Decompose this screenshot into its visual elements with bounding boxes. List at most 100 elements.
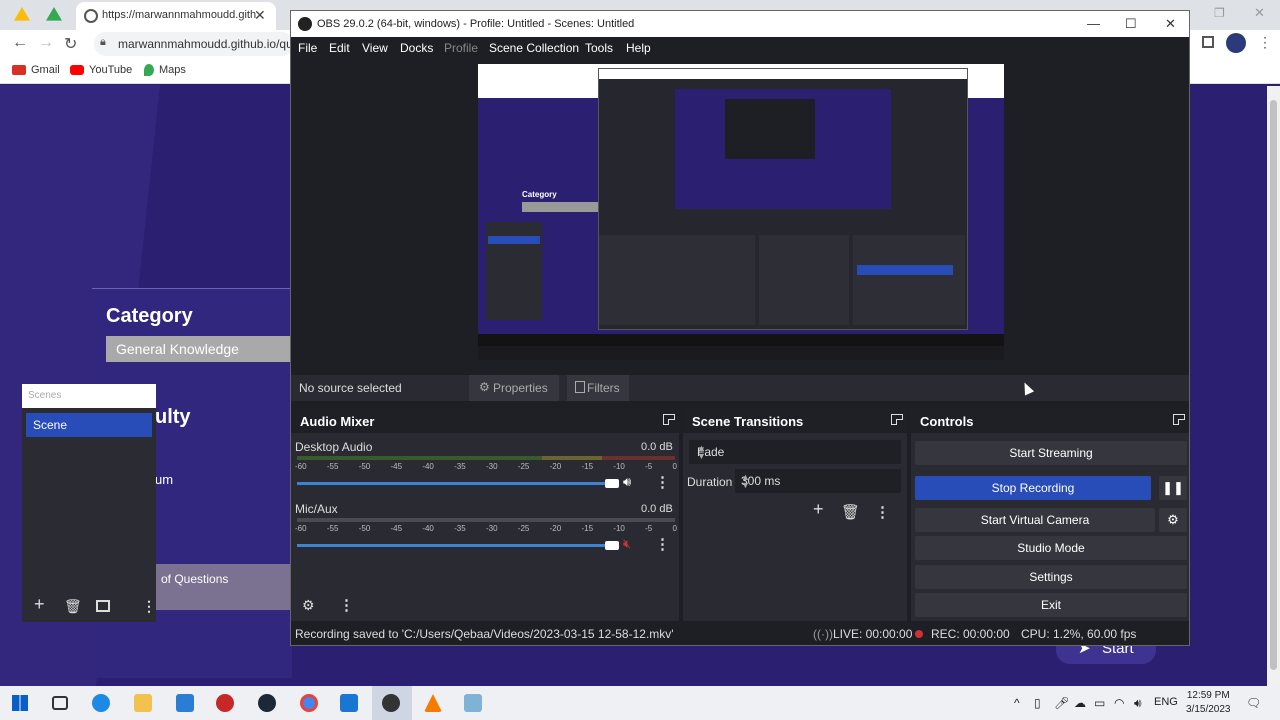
kebab-menu-icon[interactable]: ⋮	[875, 503, 890, 521]
channel-name: Desktop Audio	[295, 440, 373, 454]
side-panel-icon[interactable]	[1202, 36, 1214, 48]
menu-scene-collection[interactable]: Scene Collection	[489, 41, 579, 55]
volume-slider[interactable]	[297, 479, 619, 488]
obs-window: OBS 29.0.2 (64-bit, windows) - Profile: …	[290, 10, 1190, 646]
virtual-camera-settings-button[interactable]: ⚙	[1159, 508, 1187, 532]
microphone-icon[interactable]: 🎤︎	[1054, 696, 1069, 710]
volume-icon[interactable]: 🔊︎	[1134, 696, 1142, 711]
filters-button[interactable]: Filters	[567, 375, 629, 401]
scenes-dock-header[interactable]: Scenes	[22, 384, 156, 408]
menu-help[interactable]: Help	[626, 41, 651, 55]
difficulty-option[interactable]: um	[155, 472, 173, 487]
vlc-icon[interactable]	[424, 694, 442, 712]
filters-label: Filters	[587, 381, 620, 395]
settings-button[interactable]: Settings	[915, 565, 1187, 589]
duration-input[interactable]: 300 ms ▲ ▼	[735, 469, 901, 493]
trash-icon[interactable]: 🗑︎	[64, 598, 82, 615]
close-window-icon[interactable]: ✕	[1254, 5, 1265, 21]
page-scrollbar[interactable]	[1267, 86, 1280, 686]
obs-icon[interactable]	[382, 694, 400, 712]
preview-canvas[interactable]: Category	[478, 64, 1004, 360]
start-virtual-camera-button[interactable]: Start Virtual Camera	[915, 508, 1155, 532]
kebab-menu-icon[interactable]: ⋮	[142, 598, 156, 615]
maximize-icon[interactable]: ❐	[1214, 6, 1225, 20]
back-icon[interactable]: ←	[12, 34, 28, 52]
preview-category-text: Category	[522, 190, 557, 199]
kebab-menu-icon[interactable]: ⋮	[655, 473, 670, 491]
trash-icon[interactable]: 🗑︎	[841, 503, 860, 521]
bookmark-maps[interactable]: Maps	[144, 64, 186, 76]
studio-mode-button[interactable]: Studio Mode	[915, 536, 1187, 560]
app-icon[interactable]	[216, 694, 234, 712]
reload-icon[interactable]: ↻	[64, 34, 77, 54]
forward-icon[interactable]: →	[38, 34, 54, 52]
bookmark-youtube[interactable]: YouTube	[70, 64, 132, 76]
edge-icon[interactable]	[92, 694, 110, 712]
device-icon[interactable]: ▯	[1034, 696, 1041, 710]
category-select[interactable]: General Knowledge	[106, 336, 292, 362]
channel-name: Mic/Aux	[295, 502, 338, 516]
file-explorer-icon[interactable]	[134, 694, 152, 712]
close-tab-icon[interactable]: ✕	[254, 7, 266, 24]
menu-icon[interactable]: ⋮	[1258, 34, 1272, 51]
chrome-icon[interactable]	[300, 694, 318, 712]
questions-select[interactable]: of Questions	[155, 564, 292, 610]
chevron-up-icon[interactable]: ^	[1014, 696, 1020, 710]
menu-profile[interactable]: Profile	[444, 41, 478, 55]
app-icon[interactable]	[464, 694, 482, 712]
vscode-icon[interactable]	[340, 694, 358, 712]
menu-edit[interactable]: Edit	[329, 41, 350, 55]
transitions-title: Scene Transitions	[692, 414, 804, 429]
volume-meter	[297, 518, 675, 522]
onedrive-icon[interactable]: ☁	[1074, 696, 1086, 710]
system-clock[interactable]: 12:59 PM 3/15/2023	[1186, 689, 1231, 717]
cpu-fps: CPU: 1.2%, 60.00 fps	[1021, 627, 1137, 641]
wifi-icon[interactable]: ◠	[1114, 696, 1124, 710]
exit-button[interactable]: Exit	[915, 593, 1187, 617]
undock-icon[interactable]	[663, 414, 675, 425]
language-indicator[interactable]: ENG	[1154, 696, 1178, 708]
scenes-dock-title: Scenes	[28, 390, 62, 401]
gear-icon[interactable]: ⚙	[302, 597, 315, 614]
bookmark-gmail[interactable]: Gmail	[12, 64, 60, 76]
drive-tab-icon[interactable]	[46, 7, 62, 21]
scene-filters-icon[interactable]	[96, 600, 110, 612]
add-scene-icon[interactable]: +	[34, 594, 45, 615]
start-streaming-button[interactable]: Start Streaming	[915, 441, 1187, 465]
preview-category-pill	[522, 202, 598, 212]
muted-speaker-icon[interactable]: 🔇︎	[623, 536, 631, 552]
undock-icon[interactable]	[1173, 414, 1185, 425]
browser-active-tab[interactable]: https://marwannmahmoudd.gith ✕	[76, 2, 276, 30]
speaker-icon[interactable]: 🔊︎	[623, 474, 631, 490]
pause-recording-button[interactable]: ❚❚	[1159, 476, 1187, 500]
stepper-icon[interactable]: ▲ ▼	[741, 473, 895, 490]
kebab-menu-icon[interactable]: ⋮	[655, 535, 670, 553]
properties-button[interactable]: ⚙ Properties	[469, 375, 559, 401]
drive-tab-icon[interactable]	[14, 7, 30, 21]
avatar[interactable]	[1226, 33, 1246, 53]
stop-recording-button[interactable]: Stop Recording	[915, 476, 1151, 500]
menu-docks[interactable]: Docks	[400, 41, 433, 55]
maximize-icon[interactable]: ☐	[1125, 16, 1137, 32]
transition-select[interactable]: Fade ▲ ▼	[689, 440, 901, 464]
filters-icon	[575, 381, 585, 393]
kebab-menu-icon[interactable]: ⋮	[339, 596, 354, 614]
windows-start-icon[interactable]	[12, 695, 28, 711]
menu-view[interactable]: View	[362, 41, 388, 55]
menu-tools[interactable]: Tools	[585, 41, 613, 55]
volume-slider[interactable]	[297, 541, 619, 550]
minimize-icon[interactable]: —	[1087, 16, 1100, 31]
steam-icon[interactable]	[258, 694, 276, 712]
menu-file[interactable]: File	[298, 41, 317, 55]
obs-title-bar[interactable]: OBS 29.0.2 (64-bit, windows) - Profile: …	[291, 11, 1189, 37]
notifications-icon[interactable]: 🗨︎	[1246, 696, 1261, 710]
close-icon[interactable]: ✕	[1165, 16, 1176, 32]
battery-icon[interactable]: ▭	[1094, 696, 1105, 710]
add-transition-icon[interactable]: +	[813, 499, 824, 520]
scene-list-item[interactable]: Scene	[26, 413, 152, 437]
undock-icon[interactable]	[891, 414, 903, 425]
task-view-icon[interactable]	[52, 696, 68, 710]
address-bar[interactable]: 🔒︎ marwannmahmoudd.github.io/qu	[94, 32, 294, 56]
mail-icon[interactable]	[176, 694, 194, 712]
gear-icon: ⚙	[1167, 512, 1179, 527]
